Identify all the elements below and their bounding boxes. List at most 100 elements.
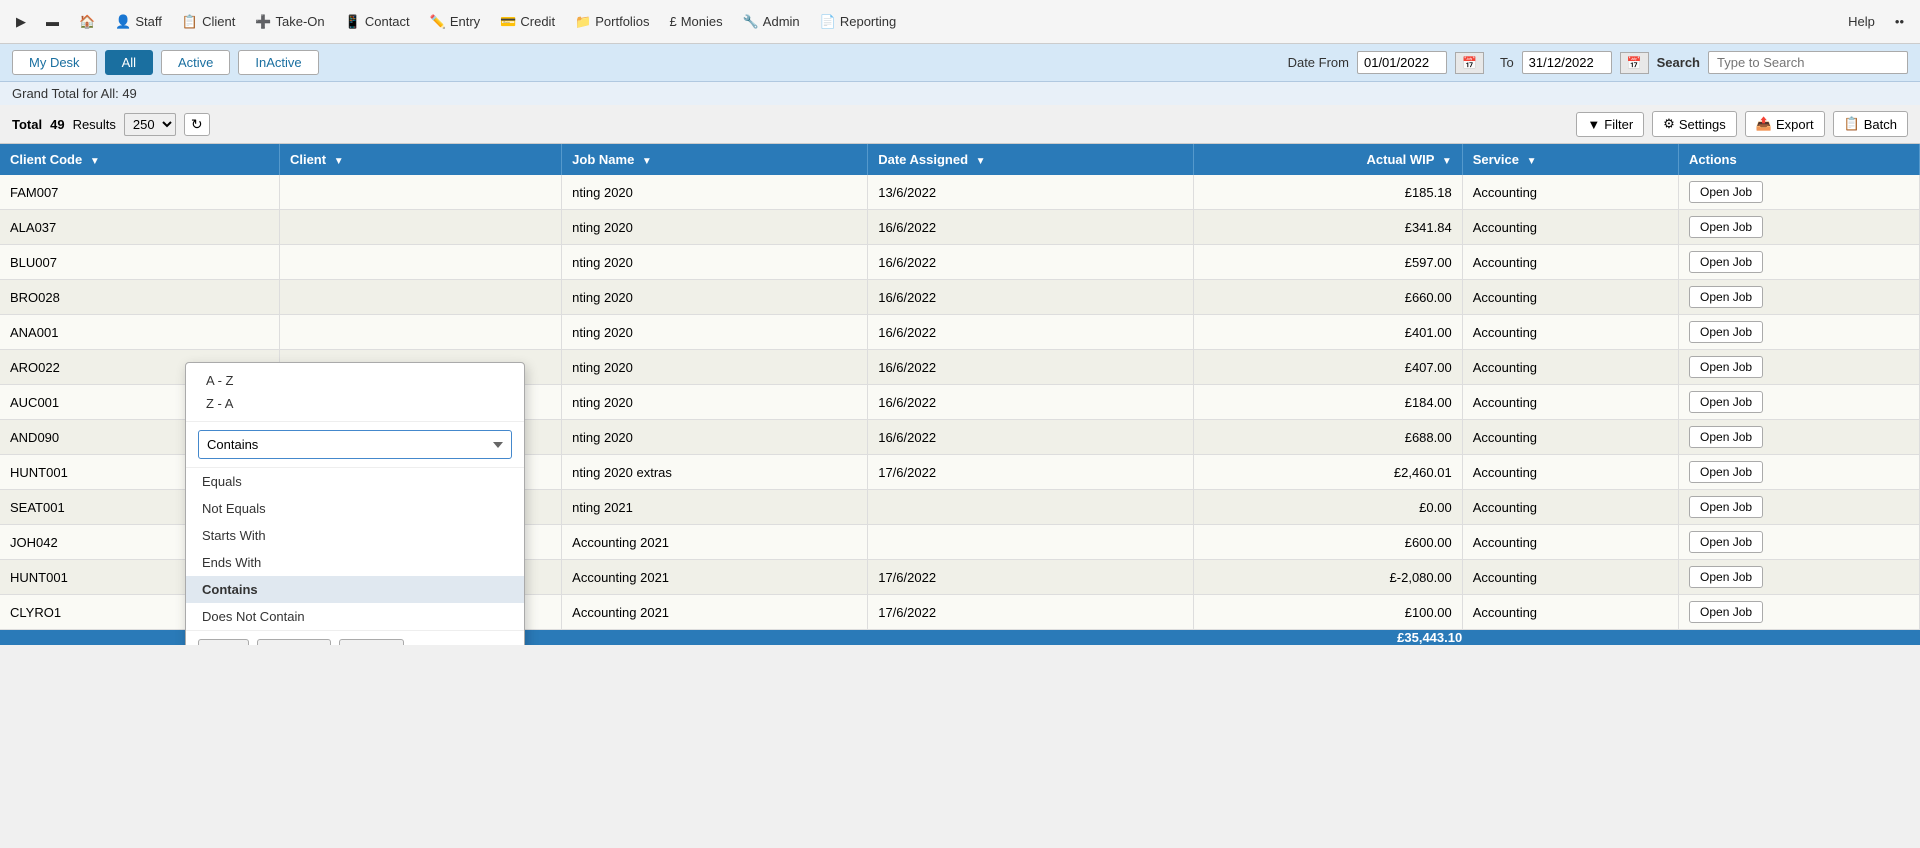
monies-nav[interactable]: £ Monies: [661, 10, 730, 33]
cell-date-assigned: 16/6/2022: [868, 210, 1193, 245]
cell-service: Accounting: [1462, 210, 1678, 245]
filter-ok-button[interactable]: Ok: [198, 639, 249, 645]
open-job-button[interactable]: Open Job: [1689, 531, 1763, 553]
open-job-button[interactable]: Open Job: [1689, 356, 1763, 378]
portfolios-nav[interactable]: 📁 Portfolios: [567, 10, 657, 34]
mydesk-tab[interactable]: My Desk: [12, 50, 97, 75]
open-job-button[interactable]: Open Job: [1689, 216, 1763, 238]
active-tab[interactable]: Active: [161, 50, 230, 75]
open-job-button[interactable]: Open Job: [1689, 391, 1763, 413]
table-row: BLU007 nting 2020 16/6/2022 £597.00 Acco…: [0, 245, 1920, 280]
search-input[interactable]: [1708, 51, 1908, 74]
contact-nav[interactable]: 📱 Contact: [337, 10, 418, 34]
settings-button[interactable]: ⚙ Settings: [1652, 111, 1737, 137]
open-job-button[interactable]: Open Job: [1689, 496, 1763, 518]
cell-job-name: nting 2020: [562, 210, 868, 245]
filter-clear-button[interactable]: Clear: [339, 639, 404, 645]
batch-button[interactable]: 📋 Batch: [1833, 111, 1908, 137]
contact-icon: 📱: [345, 14, 361, 30]
open-job-button[interactable]: Open Job: [1689, 566, 1763, 588]
takeon-nav[interactable]: ➕ Take-On: [247, 10, 332, 34]
cell-date-assigned: 16/6/2022: [868, 245, 1193, 280]
cell-date-assigned: 16/6/2022: [868, 385, 1193, 420]
cell-job-name: nting 2020: [562, 385, 868, 420]
cell-date-assigned: 17/6/2022: [868, 455, 1193, 490]
results-select[interactable]: 50 100 250 500: [124, 113, 176, 136]
service-header[interactable]: Service ▼: [1462, 144, 1678, 175]
filter-type-select[interactable]: Equals Not Equals Starts With Ends With …: [198, 430, 512, 459]
contains-option[interactable]: Contains: [186, 576, 524, 603]
open-job-button[interactable]: Open Job: [1689, 251, 1763, 273]
admin-nav[interactable]: 🔧 Admin: [735, 10, 808, 34]
cell-date-assigned: 16/6/2022: [868, 280, 1193, 315]
sort-az-option[interactable]: A - Z: [198, 369, 512, 392]
date-assigned-header[interactable]: Date Assigned ▼: [868, 144, 1193, 175]
actual-wip-header[interactable]: Actual WIP ▼: [1193, 144, 1462, 175]
search-label: Search: [1657, 55, 1700, 70]
date-to-calendar-button[interactable]: 📅: [1620, 52, 1649, 74]
results-label: Results: [73, 117, 116, 132]
home-icon[interactable]: 🏠: [71, 10, 103, 34]
menu-icon[interactable]: ▬: [38, 10, 67, 33]
date-to-input[interactable]: [1522, 51, 1612, 74]
cell-action: Open Job: [1679, 490, 1920, 525]
not-equals-option[interactable]: Not Equals: [186, 495, 524, 522]
to-label: To: [1500, 55, 1514, 70]
cell-service: Accounting: [1462, 175, 1678, 210]
open-job-button[interactable]: Open Job: [1689, 286, 1763, 308]
date-from-input[interactable]: [1357, 51, 1447, 74]
credit-nav[interactable]: 💳 Credit: [492, 10, 563, 34]
cell-service: Accounting: [1462, 525, 1678, 560]
staff-nav[interactable]: 👤 Staff: [107, 10, 170, 34]
cell-action: Open Job: [1679, 595, 1920, 630]
batch-icon: 📋: [1844, 116, 1860, 132]
cell-job-name: nting 2020: [562, 280, 868, 315]
cell-job-name: nting 2020: [562, 175, 868, 210]
cell-actual-wip: £688.00: [1193, 420, 1462, 455]
portfolios-icon: 📁: [575, 14, 591, 30]
open-job-button[interactable]: Open Job: [1689, 181, 1763, 203]
client-filter-dropdown: A - Z Z - A Equals Not Equals Starts Wit…: [185, 362, 525, 645]
help-nav[interactable]: Help: [1840, 10, 1883, 33]
open-job-button[interactable]: Open Job: [1689, 461, 1763, 483]
open-job-button[interactable]: Open Job: [1689, 426, 1763, 448]
cell-action: Open Job: [1679, 280, 1920, 315]
job-name-header[interactable]: Job Name ▼: [562, 144, 868, 175]
table-row: BRO028 nting 2020 16/6/2022 £660.00 Acco…: [0, 280, 1920, 315]
client-header[interactable]: Client ▼: [279, 144, 561, 175]
open-job-button[interactable]: Open Job: [1689, 601, 1763, 623]
starts-with-option[interactable]: Starts With: [186, 522, 524, 549]
export-button[interactable]: 📤 Export: [1745, 111, 1825, 137]
cell-client: [279, 210, 561, 245]
filter-cancel-button[interactable]: Cancel: [257, 639, 331, 645]
client-nav[interactable]: 📋 Client: [174, 10, 243, 34]
cell-client: [279, 280, 561, 315]
cell-client-code: BLU007: [0, 245, 279, 280]
cell-actual-wip: £100.00: [1193, 595, 1462, 630]
more-nav[interactable]: ••: [1887, 10, 1912, 33]
forward-nav[interactable]: ▶: [8, 10, 34, 34]
client-code-header[interactable]: Client Code ▼: [0, 144, 279, 175]
credit-icon: 💳: [500, 14, 516, 30]
monies-icon: £: [669, 14, 676, 29]
does-not-contain-option[interactable]: Does Not Contain: [186, 603, 524, 630]
cell-actual-wip: £660.00: [1193, 280, 1462, 315]
refresh-button[interactable]: ↻: [184, 113, 210, 136]
cell-service: Accounting: [1462, 385, 1678, 420]
cell-client-code: ANA001: [0, 315, 279, 350]
date-from-calendar-button[interactable]: 📅: [1455, 52, 1484, 74]
inactive-tab[interactable]: InActive: [238, 50, 318, 75]
cell-actual-wip: £597.00: [1193, 245, 1462, 280]
filter-button[interactable]: ▼ Filter: [1576, 112, 1644, 137]
all-tab[interactable]: All: [105, 50, 153, 75]
equals-option[interactable]: Equals: [186, 468, 524, 495]
cell-actual-wip: £2,460.01: [1193, 455, 1462, 490]
open-job-button[interactable]: Open Job: [1689, 321, 1763, 343]
reporting-nav[interactable]: 📄 Reporting: [812, 10, 905, 34]
cell-action: Open Job: [1679, 350, 1920, 385]
cell-action: Open Job: [1679, 525, 1920, 560]
entry-nav[interactable]: ✏️ Entry: [422, 10, 489, 34]
cell-action: Open Job: [1679, 455, 1920, 490]
sort-za-option[interactable]: Z - A: [198, 392, 512, 415]
ends-with-option[interactable]: Ends With: [186, 549, 524, 576]
